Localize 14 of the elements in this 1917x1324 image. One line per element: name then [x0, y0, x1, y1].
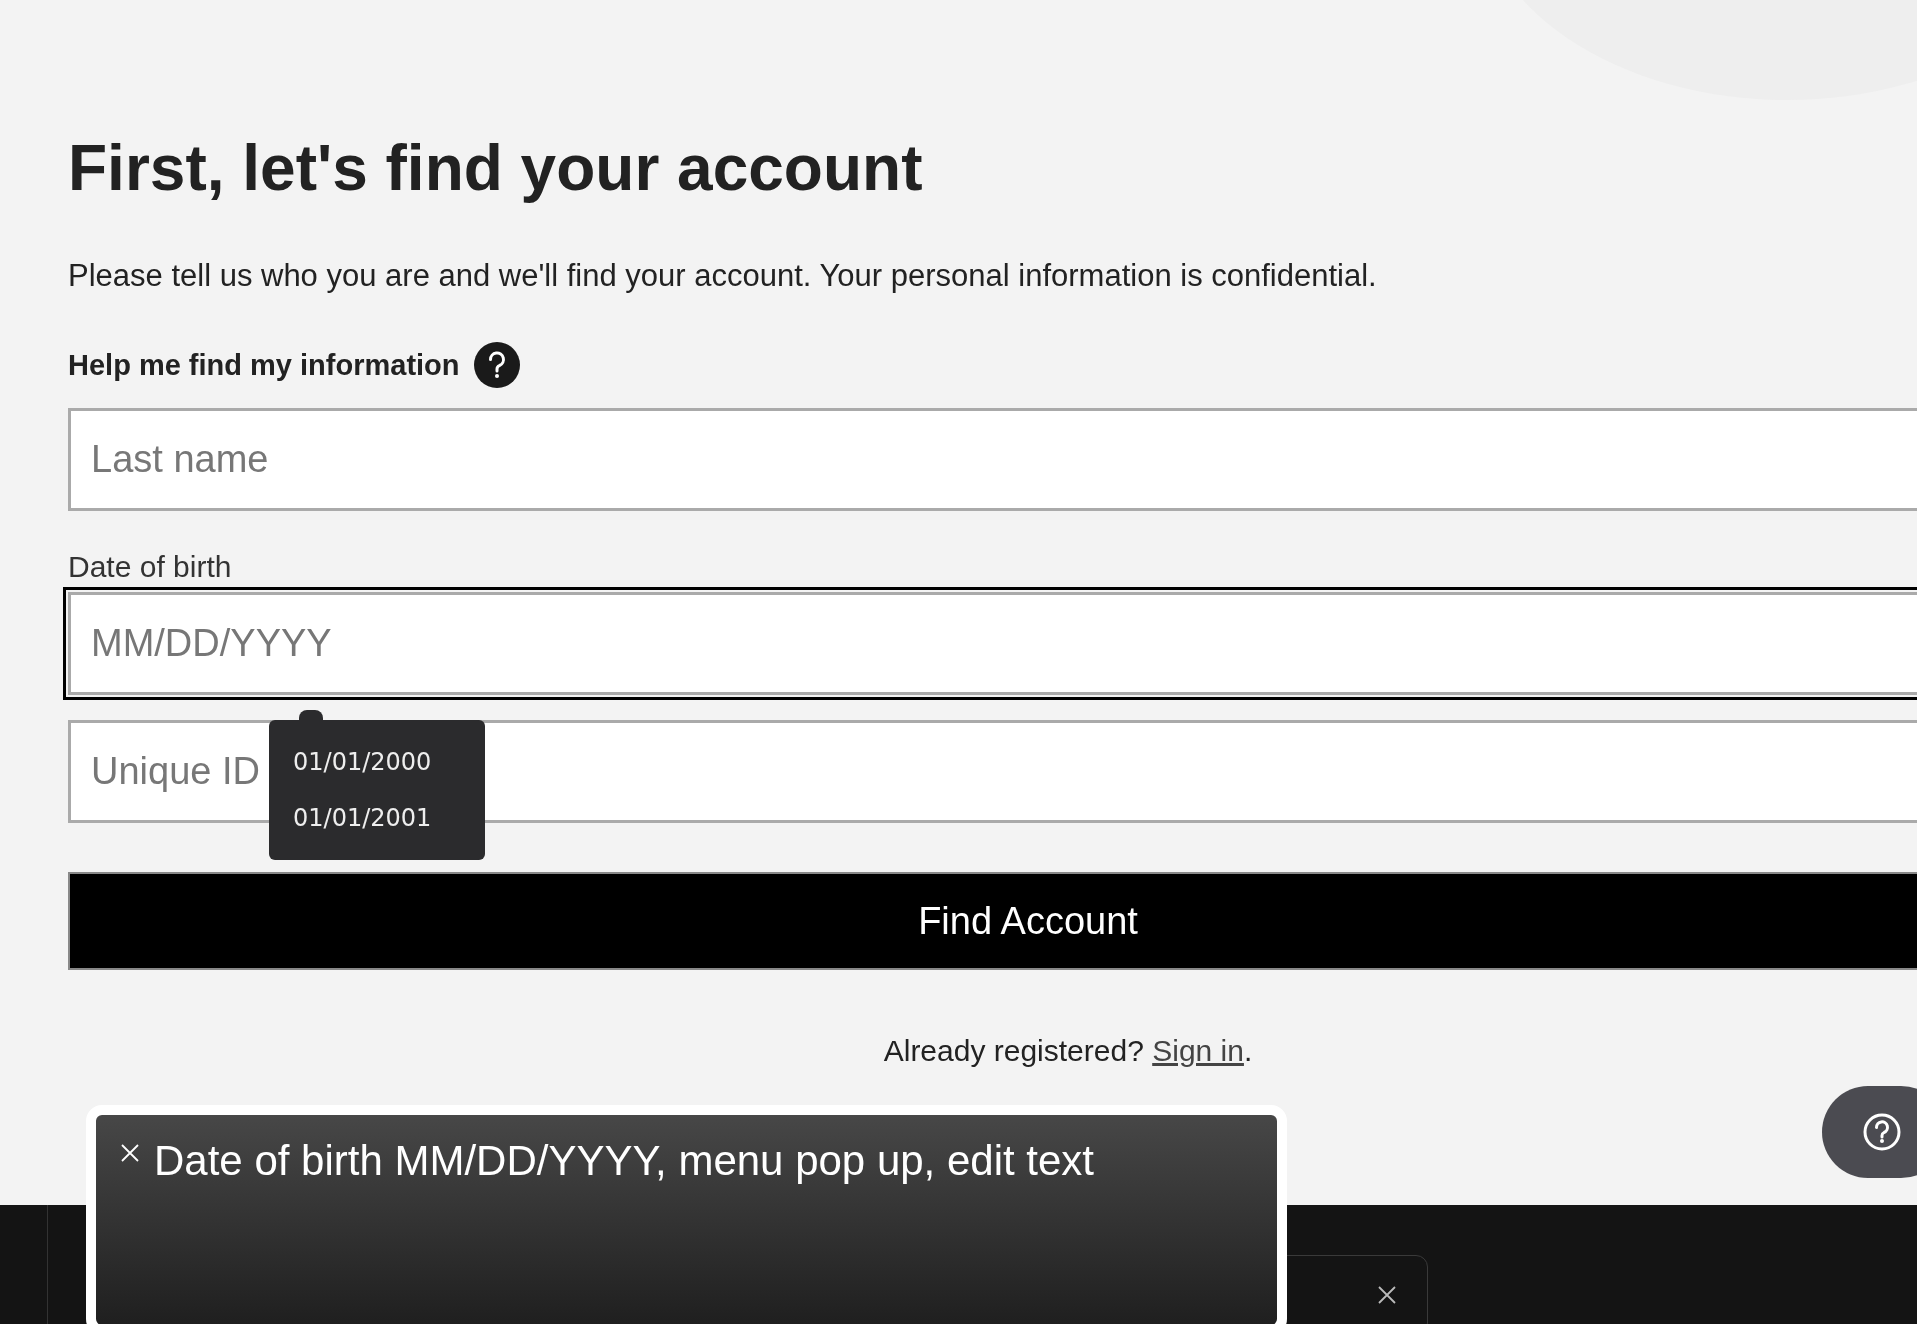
close-icon[interactable]	[1377, 1285, 1397, 1305]
help-icon[interactable]	[473, 342, 520, 388]
find-account-button[interactable]: Find Account	[68, 872, 1917, 970]
suggestion-item[interactable]: 01/01/2001	[269, 790, 485, 846]
help-button[interactable]	[1822, 1086, 1917, 1178]
signin-link[interactable]: Sign in	[1152, 1034, 1244, 1067]
page-heading: First, let's find your account	[68, 131, 924, 206]
signin-text: Already registered? Sign in.	[883, 1034, 1253, 1068]
caption-text: Date of birth MM/DD/YYYY, menu pop up, edit text	[154, 1137, 1095, 1186]
field-label: Date of birth	[68, 550, 233, 584]
help-icon	[1862, 1112, 1902, 1152]
suggestion-item[interactable]: 01/01/2000	[269, 734, 485, 790]
intro-text: Please tell us who you are and we'll find your account. Your personal information is confidential.	[68, 258, 1378, 294]
help-label: Help me find my information	[68, 348, 460, 382]
